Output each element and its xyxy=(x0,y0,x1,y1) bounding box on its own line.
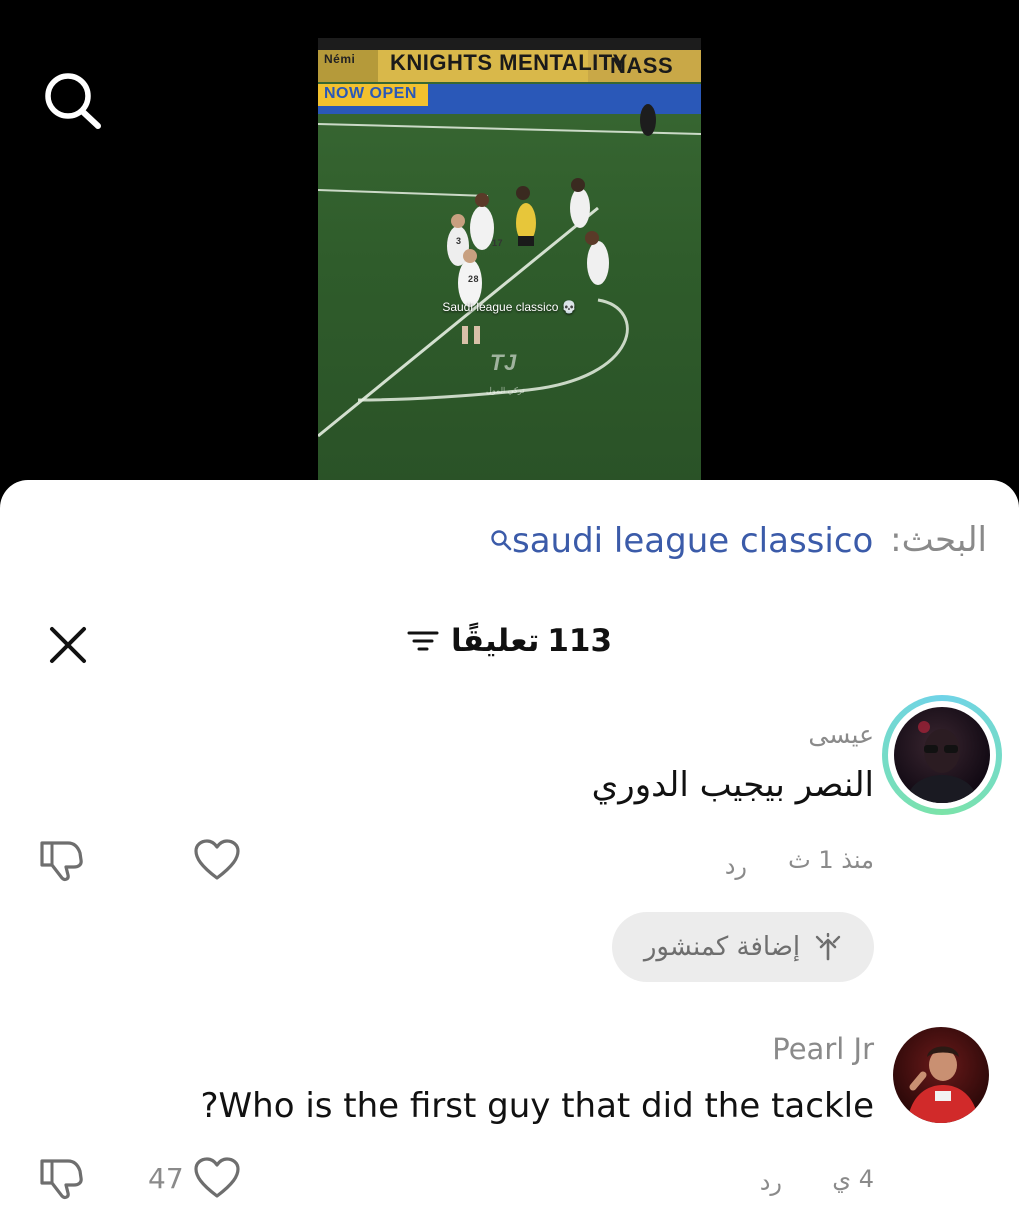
comment-count-label: تعليقًا xyxy=(450,623,540,659)
pitch-image xyxy=(318,38,701,488)
ad-board-text: NOW OPEN xyxy=(324,85,417,102)
comments-sheet: البحث: saudi league classico 113 تعليقًا xyxy=(0,480,1019,1220)
video-player[interactable]: KNIGHTS MENTALITY NASS Némi NOW OPEN 17 … xyxy=(318,38,701,488)
search-label: البحث: xyxy=(890,520,987,560)
comment-timestamp: 4 ي xyxy=(832,1165,874,1193)
stadium-banner-text-right: NASS xyxy=(610,53,674,78)
thumbs-down-icon xyxy=(40,841,83,882)
comment-text: ?Who is the first guy that did the tackl… xyxy=(200,1086,875,1126)
avatar-story-ring[interactable] xyxy=(882,695,1002,815)
like-button[interactable] xyxy=(193,838,241,882)
search-suggestion[interactable]: البحث: saudi league classico xyxy=(490,520,987,561)
reply-button[interactable]: رد xyxy=(725,852,747,880)
stadium-banner-text: KNIGHTS MENTALITY xyxy=(390,50,628,75)
avatar xyxy=(894,707,990,803)
like-count: 47 xyxy=(148,1162,184,1195)
avatar[interactable] xyxy=(893,1027,989,1123)
watermark-subtext: تركي المول xyxy=(486,386,525,395)
repost-icon xyxy=(815,933,841,961)
comment-count: 113 xyxy=(547,623,613,659)
player-number: 28 xyxy=(468,274,480,284)
video-caption: Saudi league classico 💀 xyxy=(442,300,577,314)
player-number: 17 xyxy=(492,238,504,248)
dislike-button[interactable] xyxy=(38,1156,86,1200)
search-query: saudi league classico xyxy=(511,521,874,561)
reply-button[interactable]: رد xyxy=(760,1168,782,1196)
stadium-banner-small: Némi xyxy=(324,52,356,66)
search-icon xyxy=(45,73,101,129)
heart-icon xyxy=(194,1157,240,1198)
like-button[interactable] xyxy=(193,1156,241,1200)
comment-timestamp: منذ 1 ث xyxy=(788,846,874,874)
search-button[interactable] xyxy=(40,70,104,130)
comment-username[interactable]: عيسى xyxy=(808,720,874,749)
thumbs-down-icon xyxy=(40,1159,83,1200)
heart-icon xyxy=(194,839,240,880)
comment-text: النصر بيجيب الدوري xyxy=(591,765,874,805)
search-icon xyxy=(491,530,512,551)
player-number: 3 xyxy=(456,236,462,246)
dislike-button[interactable] xyxy=(38,838,86,882)
video-area: KNIGHTS MENTALITY NASS Némi NOW OPEN 17 … xyxy=(0,0,1019,500)
sort-icon[interactable] xyxy=(407,629,439,653)
add-as-post-button[interactable]: إضافة كمنشور xyxy=(612,912,874,982)
add-as-post-label: إضافة كمنشور xyxy=(643,932,801,962)
comments-header: 113 تعليقًا xyxy=(0,623,1019,661)
watermark-logo: TJ xyxy=(490,350,517,375)
search-query-link[interactable]: saudi league classico xyxy=(490,521,873,561)
comment-username[interactable]: Pearl Jr xyxy=(772,1032,874,1066)
